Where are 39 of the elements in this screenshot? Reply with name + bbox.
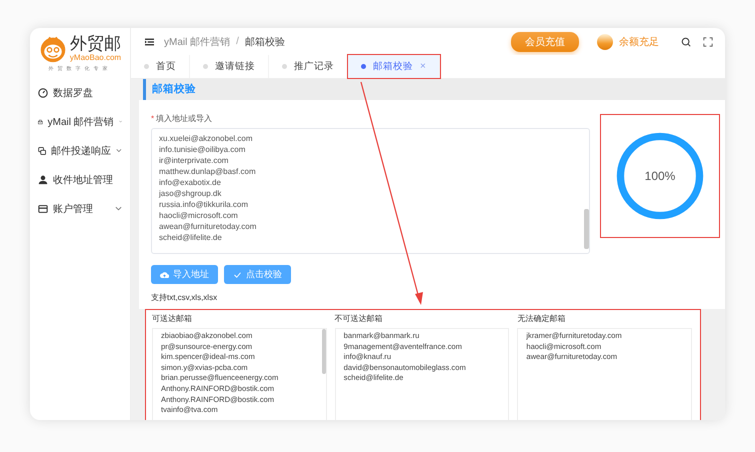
tab[interactable]: 首页 (131, 55, 190, 78)
sidebar-item[interactable]: 数据罗盘 (30, 78, 130, 107)
user-icon (38, 174, 48, 184)
menu-icon[interactable] (145, 38, 154, 46)
section-header: 邮箱校验 (143, 79, 725, 100)
required-mark: * (151, 114, 154, 123)
tab[interactable]: 邮箱校验 × (348, 55, 440, 78)
sidebar-item[interactable]: 收件地址管理 (30, 165, 130, 194)
scrollbar-thumb[interactable] (322, 329, 326, 374)
chat-icon (38, 146, 46, 156)
breadcrumb-item[interactable]: 邮箱校验 (244, 34, 285, 48)
logo-domain: yMaoBao.com (70, 52, 122, 62)
result-column-title: 可送达邮箱 (152, 313, 193, 324)
sidebar-item[interactable]: yMail 邮件营销 (30, 107, 130, 136)
breadcrumb-item[interactable]: yMail 邮件营销 (164, 34, 230, 48)
result-column-title: 无法确定邮箱 (517, 313, 566, 324)
search-icon[interactable] (681, 36, 691, 46)
cloud-upload-icon (160, 270, 169, 278)
balance-status: 余额充足 (619, 36, 659, 48)
logo-name: 外贸邮 (70, 34, 122, 52)
gauge-icon (38, 88, 48, 98)
avatar[interactable] (597, 34, 613, 50)
mailbox-icon (38, 116, 43, 126)
sidebar-item[interactable]: 账户管理 (30, 194, 130, 223)
chevron-down-icon (115, 206, 122, 211)
field-label: 填入地址或导入 (156, 114, 212, 123)
tab[interactable]: 邀请链接 (190, 55, 269, 78)
result-column-title: 不可送达邮箱 (334, 313, 384, 324)
breadcrumb-separator: / (236, 36, 239, 47)
monkey-logo-icon (38, 34, 67, 62)
fullscreen-icon[interactable] (703, 36, 713, 46)
check-icon (233, 270, 242, 278)
sidebar-item[interactable]: 邮件投递响应 (30, 136, 130, 165)
card-icon (38, 204, 48, 214)
progress-reading: 100% (644, 169, 676, 183)
email-input-field[interactable]: xu.xuelei@akzonobel.com info.tunisie@oilibya.com ir@interprivate.com matthew.dunlap@basf.com info@exabotix.de jaso@shgroup.dk russia.info@tikkurila.com haocli@microsoft.com awean@furnituretoday.com scheid@lifelite.de (151, 128, 590, 254)
chevron-down-icon (116, 148, 122, 153)
scrollbar-thumb[interactable] (584, 209, 589, 249)
file-format-hint: 支持txt,csv,xls,xlsx (151, 292, 218, 303)
